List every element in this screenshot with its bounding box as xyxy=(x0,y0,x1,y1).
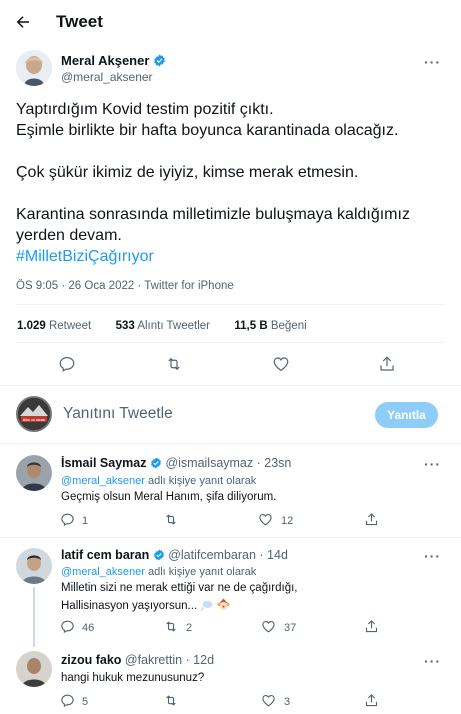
reply-time[interactable]: · 23sn xyxy=(257,456,292,470)
tweet-text-line: Eşimle birlikte bir hafta boyunca karant… xyxy=(16,122,399,139)
hashtag-link[interactable]: #MilletBiziÇağırıyor xyxy=(16,248,154,266)
share-icon[interactable] xyxy=(364,693,379,708)
composer-avatar-text: ÖĞR. Gİ. MARK xyxy=(22,418,46,422)
reply-text: hangi hukuk mezunusunuz? xyxy=(61,672,205,684)
more-options-icon[interactable]: ··· xyxy=(424,653,441,669)
reply-author-handle[interactable]: @ismailsaymaz xyxy=(165,456,253,470)
reply-text-line2: Hallisinasyon yaşıyorsun... xyxy=(61,598,230,614)
reply-avatar[interactable] xyxy=(16,455,52,491)
reply-author-handle[interactable]: @latifcembaran xyxy=(168,548,256,562)
retweet-label[interactable]: Retweet xyxy=(49,320,91,332)
back-arrow-icon[interactable] xyxy=(14,13,32,31)
reply-icon[interactable] xyxy=(60,619,75,634)
reply-to-line: @meral_aksener adlı kişiye yanıt olarak xyxy=(61,475,256,487)
author-name[interactable]: Meral Akşener xyxy=(61,53,149,68)
reply-count: 5 xyxy=(82,696,89,708)
reply-button-label: Yanıtla xyxy=(387,408,426,422)
like-count: 3 xyxy=(284,696,291,708)
reply-author-handle[interactable]: @fakrettin xyxy=(125,653,182,667)
author-handle[interactable]: @meral_aksener xyxy=(61,70,153,84)
tweet-text-line: Karantina sonrasında milletimizle buluşm… xyxy=(16,206,410,223)
retweet-icon[interactable] xyxy=(163,693,179,708)
retweet-count[interactable]: 1.029 xyxy=(17,320,46,332)
reply-to-line: @meral_aksener adlı kişiye yanıt olarak xyxy=(61,566,256,578)
reply-author-name[interactable]: zizou fako xyxy=(61,653,121,667)
like-count[interactable]: 11,5 B xyxy=(234,320,267,332)
stats-row: 1.029 Retweet 533 Alıntı Tweetler 11,5 B… xyxy=(17,320,307,332)
reply-header: latif cem baran @latifcembaran · 14d xyxy=(61,548,288,564)
author-name-row[interactable]: Meral Akşener xyxy=(61,53,166,70)
page-title: Tweet xyxy=(56,12,103,31)
reply-avatar[interactable] xyxy=(16,651,52,687)
quote-label[interactable]: Alıntı Tweetler xyxy=(137,320,210,332)
like-heart-icon[interactable] xyxy=(261,693,276,708)
verified-badge-icon xyxy=(153,549,165,564)
reply-time[interactable]: · 14d xyxy=(259,548,288,562)
like-count: 12 xyxy=(281,515,294,527)
clown-emoji-icon xyxy=(217,598,230,614)
verified-badge-icon xyxy=(150,457,162,472)
share-icon[interactable] xyxy=(364,619,379,634)
like-heart-icon[interactable] xyxy=(272,355,290,373)
reply-to-suffix: adlı kişiye yanıt olarak xyxy=(148,475,257,487)
share-icon[interactable] xyxy=(364,512,379,527)
reply-count: 46 xyxy=(82,622,95,634)
more-options-icon[interactable]: ··· xyxy=(424,456,441,472)
reply-author-name[interactable]: latif cem baran xyxy=(61,548,149,562)
reply-text: Geçmiş olsun Meral Hanım, şifa diliyorum… xyxy=(61,491,277,503)
reply-header: zizou fako @fakrettin · 12d xyxy=(61,653,214,667)
tweet-text-line: yerden devam. xyxy=(16,227,122,244)
reply-to-handle[interactable]: @meral_aksener xyxy=(61,566,145,578)
reply-input[interactable]: Yanıtını Tweetle xyxy=(63,405,363,423)
reply-text: Milletin sizi ne merak ettiği var ne de … xyxy=(61,582,298,594)
retweet-icon[interactable] xyxy=(163,619,179,634)
author-avatar[interactable] xyxy=(16,50,52,86)
reply-icon[interactable] xyxy=(60,512,75,527)
retweet-icon[interactable] xyxy=(164,355,184,373)
quote-count[interactable]: 533 xyxy=(116,320,135,332)
reply-to-suffix: adlı kişiye yanıt olarak xyxy=(148,566,257,578)
reply-text: Hallisinasyon yaşıyorsun... xyxy=(61,600,198,612)
like-heart-icon[interactable] xyxy=(258,512,273,527)
verified-badge-icon xyxy=(153,54,166,70)
more-options-icon[interactable]: ··· xyxy=(424,548,441,564)
share-icon[interactable] xyxy=(378,355,396,373)
like-count: 37 xyxy=(284,622,297,634)
reply-time[interactable]: · 12d xyxy=(186,653,215,667)
retweet-icon[interactable] xyxy=(163,512,179,527)
thread-line xyxy=(33,587,35,647)
reply-icon[interactable] xyxy=(60,693,75,708)
composer-avatar: ÖĞR. Gİ. MARK xyxy=(16,396,52,432)
reply-icon[interactable] xyxy=(58,355,76,373)
more-options-icon[interactable]: ··· xyxy=(424,54,441,70)
like-label[interactable]: Beğeni xyxy=(271,320,307,332)
like-heart-icon[interactable] xyxy=(261,619,276,634)
reply-to-handle[interactable]: @meral_aksener xyxy=(61,475,145,487)
reply-button[interactable]: Yanıtla xyxy=(375,402,438,428)
reply-avatar[interactable] xyxy=(16,548,52,584)
tweet-meta[interactable]: ÖS 9:05 · 26 Oca 2022 · Twitter for iPho… xyxy=(16,280,234,292)
reply-author-name[interactable]: İsmail Saymaz xyxy=(61,456,146,470)
tweet-text-line: Çok şükür ikimiz de iyiyiz, kimse merak … xyxy=(16,164,359,181)
reply-count: 1 xyxy=(82,515,89,527)
tweet-text-line: Yaptırdığım Kovid testim pozitif çıktı. xyxy=(16,101,274,118)
thought-bubble-emoji-icon xyxy=(200,600,213,614)
retweet-count: 2 xyxy=(186,622,193,634)
reply-header: İsmail Saymaz @ismailsaymaz · 23sn xyxy=(61,456,291,472)
